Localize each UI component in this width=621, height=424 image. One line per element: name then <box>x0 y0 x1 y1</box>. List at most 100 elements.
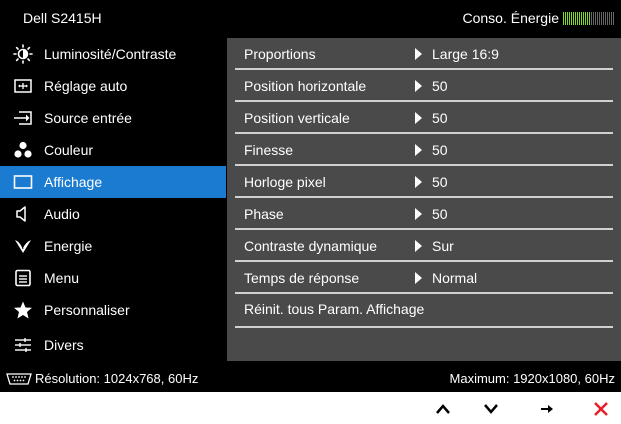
star-icon <box>13 300 33 320</box>
setting-value: 50 <box>432 174 448 190</box>
nav-down-button[interactable] <box>478 398 504 420</box>
max-resolution-text: Maximum: 1920x1080, 60Hz <box>449 371 615 386</box>
energy-meter-bar <box>577 11 578 25</box>
setting-value: Normal <box>432 270 478 286</box>
setting-row-pixel-clock[interactable]: Horloge pixel 50 <box>227 166 621 198</box>
sidebar-item-label: Audio <box>44 206 80 222</box>
setting-label: Réinit. tous Param. Affichage <box>244 301 425 317</box>
arrow-right-icon <box>541 405 553 413</box>
sidebar-item-label: Energie <box>44 238 93 254</box>
arrow-right-icon <box>415 80 422 92</box>
setting-label: Phase <box>244 206 284 222</box>
energy-meter-bar <box>575 11 576 25</box>
nav-up-button[interactable] <box>430 398 456 420</box>
sidebar-item-label: Divers <box>44 337 84 353</box>
sidebar-item-label: Source entrée <box>44 110 132 126</box>
setting-label: Contraste dynamique <box>244 238 378 254</box>
energy-meter-bar <box>589 11 590 25</box>
main-menu: Luminosité/Contraste Réglage auto Source… <box>0 38 226 361</box>
display-icon <box>13 172 33 192</box>
auto-adjust-icon <box>13 76 33 96</box>
energy-use-indicator: Conso. Énergie <box>462 10 615 26</box>
sidebar-item-energy[interactable]: Energie <box>0 230 226 262</box>
setting-row-aspect-ratio[interactable]: Proportions Large 16:9 <box>227 38 621 70</box>
sidebar-item-label: Personnaliser <box>44 302 130 318</box>
sidebar-item-audio[interactable]: Audio <box>0 198 226 230</box>
energy-meter-bar <box>587 11 588 25</box>
input-source-icon <box>13 108 33 128</box>
energy-meter-bar <box>609 11 610 25</box>
sidebar-item-label: Luminosité/Contraste <box>44 46 177 62</box>
energy-meter-bar <box>595 11 596 25</box>
input-connector-icon <box>6 372 32 385</box>
energy-meter-bar <box>611 11 612 25</box>
brightness-icon <box>13 44 33 64</box>
energy-meter-bar <box>581 11 582 25</box>
energy-meter-bar <box>563 11 564 25</box>
arrow-right-icon <box>415 112 422 124</box>
setting-label: Proportions <box>244 46 316 62</box>
osd-header: Dell S2415H Conso. Énergie <box>0 0 621 36</box>
sidebar-item-input-source[interactable]: Source entrée <box>0 102 226 134</box>
sidebar-item-label: Affichage <box>44 174 103 190</box>
arrow-right-icon <box>415 240 422 252</box>
setting-row-reset-display[interactable]: Réinit. tous Param. Affichage <box>227 294 621 328</box>
energy-label: Conso. Énergie <box>462 10 559 26</box>
sidebar-item-personalize[interactable]: Personnaliser <box>0 294 226 326</box>
energy-meter-bar <box>579 11 580 25</box>
arrow-up-icon <box>436 404 450 414</box>
setting-value: 50 <box>432 206 448 222</box>
sidebar-item-other[interactable]: Divers <box>0 329 226 361</box>
energy-meter-bar <box>613 11 614 25</box>
sidebar-item-color[interactable]: Couleur <box>0 134 226 166</box>
osd-footer: Résolution: 1024x768, 60Hz Maximum: 1920… <box>0 363 621 392</box>
arrow-right-icon <box>415 48 422 60</box>
nav-enter-button[interactable] <box>534 398 560 420</box>
setting-label: Temps de réponse <box>244 270 360 286</box>
sidebar-item-display[interactable]: Affichage <box>0 166 226 198</box>
sidebar-item-label: Couleur <box>44 142 94 158</box>
arrow-right-icon <box>415 144 422 156</box>
setting-value: Large 16:9 <box>432 46 499 62</box>
sliders-icon <box>13 335 33 355</box>
energy-icon <box>13 236 33 256</box>
setting-value: 50 <box>432 142 448 158</box>
monitor-osd: Dell S2415H Conso. Énergie Luminosité/Co… <box>0 0 621 392</box>
setting-row-sharpness[interactable]: Finesse 50 <box>227 134 621 166</box>
energy-meter-bar <box>571 11 572 25</box>
energy-meter-bar <box>591 11 592 25</box>
speaker-icon <box>13 204 33 224</box>
setting-value: 50 <box>432 78 448 94</box>
energy-meter-bar <box>597 11 598 25</box>
sidebar-item-label: Réglage auto <box>44 78 128 94</box>
setting-label: Position verticale <box>244 110 350 126</box>
sidebar-item-auto-adjust[interactable]: Réglage auto <box>0 70 226 102</box>
setting-label: Position horizontale <box>244 78 367 94</box>
row-divider <box>235 326 613 328</box>
close-icon <box>594 402 608 416</box>
sidebar-item-brightness-contrast[interactable]: Luminosité/Contraste <box>0 38 226 70</box>
setting-row-dynamic-contrast[interactable]: Contraste dynamique Sur <box>227 230 621 262</box>
energy-meter-bar <box>605 11 606 25</box>
energy-meter-bar <box>565 11 566 25</box>
energy-meter-bar <box>585 11 586 25</box>
energy-meter <box>563 11 615 25</box>
arrow-down-icon <box>484 404 498 414</box>
menu-icon <box>13 268 33 288</box>
setting-row-response-time[interactable]: Temps de réponse Normal <box>227 262 621 294</box>
monitor-model: Dell S2415H <box>23 10 102 26</box>
energy-meter-bar <box>599 11 600 25</box>
arrow-right-icon <box>415 176 422 188</box>
setting-row-horizontal-position[interactable]: Position horizontale 50 <box>227 70 621 102</box>
sidebar-item-label: Menu <box>44 270 80 286</box>
setting-row-vertical-position[interactable]: Position verticale 50 <box>227 102 621 134</box>
nav-exit-button[interactable] <box>588 398 614 420</box>
energy-meter-bar <box>569 11 570 25</box>
sidebar-item-menu[interactable]: Menu <box>0 262 226 294</box>
arrow-right-icon <box>415 272 422 284</box>
setting-value: 50 <box>432 110 448 126</box>
energy-meter-bar <box>573 11 574 25</box>
arrow-right-icon <box>415 208 422 220</box>
setting-row-phase[interactable]: Phase 50 <box>227 198 621 230</box>
color-icon <box>13 140 33 160</box>
